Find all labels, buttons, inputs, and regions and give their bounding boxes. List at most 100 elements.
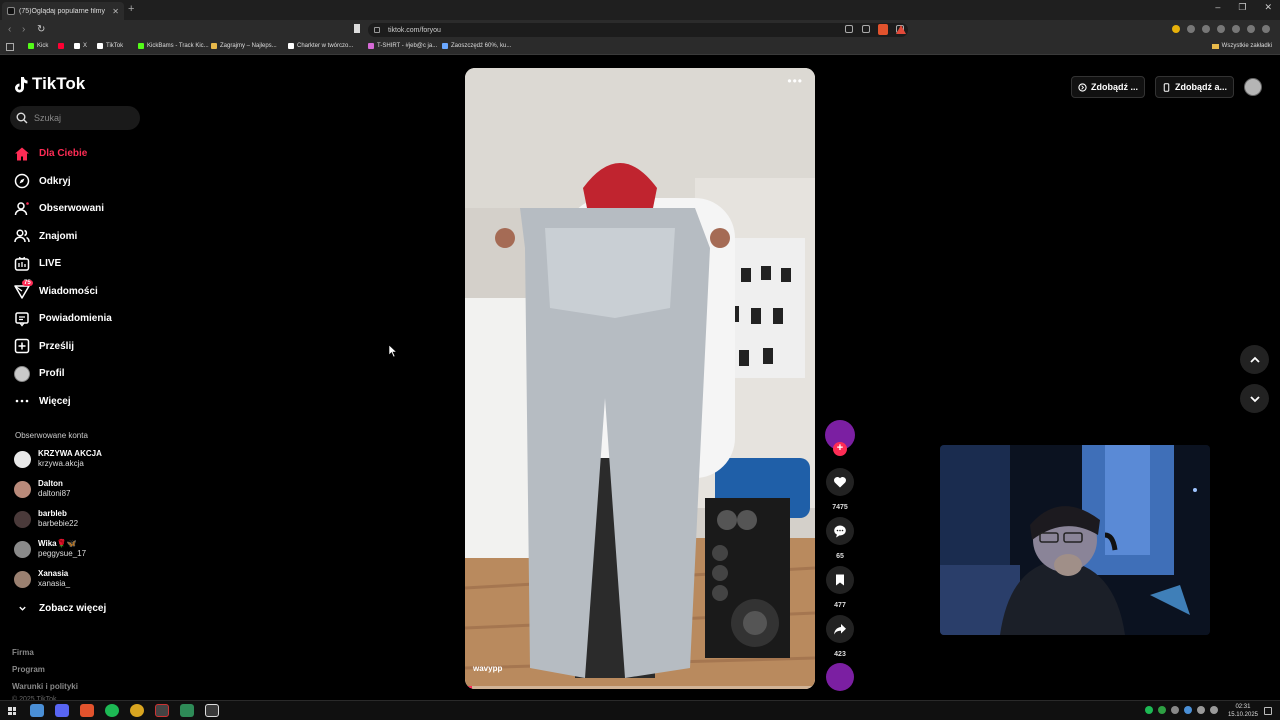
follow-button[interactable]: + (833, 442, 847, 456)
bookmark-item[interactable]: T-SHIRT - #jeb@c ja... (368, 43, 437, 49)
extension-icon[interactable] (1172, 25, 1180, 33)
forward-icon[interactable]: › (22, 24, 25, 35)
footer-link-program[interactable]: Program (12, 661, 78, 678)
discord-icon[interactable] (55, 704, 69, 717)
bookmark-item[interactable]: KickBams - Track Kic... (138, 43, 209, 49)
creator-avatar[interactable]: + (825, 420, 855, 456)
brave-rewards-icon[interactable] (896, 25, 906, 34)
save-button[interactable]: 477 (825, 566, 855, 609)
system-clock[interactable]: 02:31 15.10.2025 (1228, 703, 1258, 719)
extension-icon[interactable] (1187, 25, 1195, 33)
like-button[interactable]: 7475 (825, 468, 855, 511)
tray-icon[interactable] (1145, 706, 1153, 714)
account-display-name: Dalton (38, 479, 63, 488)
share-count: 423 (834, 651, 846, 658)
followed-account[interactable]: KRZYWA AKCJA krzywa.akcja (14, 449, 102, 469)
start-button[interactable] (8, 707, 16, 715)
see-more-button[interactable]: Zobacz więcej (18, 603, 106, 614)
bookmark-item[interactable]: Zaoszczędź 60%, ku... (442, 43, 511, 49)
system-tray (1145, 706, 1218, 714)
video-options-button[interactable]: ••• (787, 74, 803, 88)
notification-center-icon[interactable] (1264, 707, 1272, 715)
nav-notifications[interactable]: Powiadomienia (14, 305, 154, 333)
taskbar-app-icon[interactable] (180, 704, 194, 717)
nav-for-you[interactable]: Dla Ciebie (14, 140, 154, 168)
tray-icon[interactable] (1171, 706, 1179, 714)
bookmark-page-icon[interactable] (354, 24, 360, 33)
tiktok-logo[interactable]: TikTok (14, 74, 85, 94)
followed-account[interactable]: Wika🌹🦋 peggysue_17 (14, 539, 86, 559)
minimize-button[interactable]: – (1215, 2, 1220, 13)
nav-explore[interactable]: Odkryj (14, 168, 154, 196)
sidebar-nav: Dla Ciebie Odkryj Obserwowani Znajomi LI… (14, 140, 154, 415)
nav-messages[interactable]: 75 Wiadomości (14, 278, 154, 306)
menu-icon[interactable] (1262, 25, 1270, 33)
comment-button[interactable]: 65 (825, 517, 855, 560)
nav-profile[interactable]: Profil (14, 360, 154, 388)
bookmark-item[interactable]: Zagrajmy – Najleps... (211, 43, 277, 49)
brave-shields-icon[interactable] (878, 24, 888, 35)
bookmark-item[interactable]: Kick (28, 43, 48, 49)
bookmark-icon (836, 574, 844, 586)
site-info-icon[interactable] (374, 27, 380, 33)
browser-tab[interactable]: (75)Oglądaj popularne filmy ✕ (2, 2, 124, 20)
video-author[interactable]: wavypp (473, 664, 502, 673)
wifi-icon[interactable] (1197, 706, 1205, 714)
messages-icon (14, 285, 30, 299)
tray-icon[interactable] (1184, 706, 1192, 714)
get-coins-button[interactable]: Zdobądź ... (1070, 76, 1145, 98)
spotify-icon[interactable] (105, 704, 119, 717)
taskbar-app-icon[interactable] (30, 704, 44, 717)
nav-more[interactable]: Więcej (14, 388, 154, 416)
bookmark-item[interactable] (58, 43, 67, 49)
new-tab-button[interactable]: + (128, 3, 134, 15)
nav-following[interactable]: Obserwowani (14, 195, 154, 223)
extensions-puzzle-icon[interactable] (1217, 25, 1225, 33)
all-bookmarks-button[interactable]: Wszystkie zakładki (1211, 43, 1272, 49)
bookmark-item[interactable]: TikTok (97, 43, 123, 49)
nav-upload[interactable]: Prześlij (14, 333, 154, 361)
nav-label: Wiadomości (39, 285, 98, 297)
back-icon[interactable]: ‹ (8, 24, 11, 35)
previous-video-button[interactable] (1240, 345, 1269, 374)
music-disc-icon[interactable] (826, 663, 854, 691)
volume-icon[interactable] (1210, 706, 1218, 714)
close-window-button[interactable]: ✕ (1264, 2, 1272, 13)
tab-close-icon[interactable]: ✕ (112, 7, 119, 16)
followed-account[interactable]: Xanasia xanasia_ (14, 569, 70, 589)
video-progress-fill (465, 686, 472, 689)
extension-icon[interactable] (1202, 25, 1210, 33)
followed-account[interactable]: Dalton daltoni87 (14, 479, 70, 499)
taskbar-app-icon[interactable] (155, 704, 169, 717)
bookmark-label: Zaoszczędź 60%, ku... (451, 43, 512, 49)
tray-icon[interactable] (1158, 706, 1166, 714)
reload-icon[interactable]: ↻ (37, 24, 45, 35)
apps-grid-icon[interactable] (6, 43, 14, 51)
taskbar-app-icon[interactable] (205, 704, 219, 717)
bookmark-item[interactable]: X (74, 43, 87, 49)
video-player[interactable]: ••• wavypp (465, 68, 815, 689)
address-bar[interactable]: tiktok.com/foryou (368, 23, 908, 37)
user-avatar[interactable] (1244, 78, 1262, 96)
wallet-icon[interactable] (1232, 25, 1240, 33)
reader-mode-icon[interactable] (845, 25, 853, 33)
bookmark-item[interactable]: Charkter w twórczo... (288, 43, 353, 49)
bookmark-favicon-icon (74, 43, 80, 49)
search-input[interactable]: Szukaj (10, 106, 140, 130)
footer-link-company[interactable]: Firma (12, 644, 78, 661)
get-app-button[interactable]: Zdobądź a... (1154, 76, 1234, 98)
nav-friends[interactable]: Znajomi (14, 223, 154, 251)
next-video-button[interactable] (1240, 384, 1269, 413)
cast-icon[interactable] (862, 25, 870, 33)
account-handle: xanasia_ (38, 579, 71, 588)
video-progress-bar[interactable] (465, 686, 815, 689)
chrome-icon[interactable] (130, 704, 144, 717)
media-icon[interactable] (1247, 25, 1255, 33)
nav-live[interactable]: LIVE (14, 250, 154, 278)
maximize-button[interactable]: ❐ (1238, 2, 1246, 13)
brave-browser-icon[interactable] (80, 704, 94, 717)
account-display-name: barbleb (38, 509, 67, 518)
footer-link-terms[interactable]: Warunki i polityki (12, 678, 78, 695)
share-button[interactable]: 423 (825, 615, 855, 658)
followed-account[interactable]: barbleb barbebie22 (14, 509, 78, 529)
